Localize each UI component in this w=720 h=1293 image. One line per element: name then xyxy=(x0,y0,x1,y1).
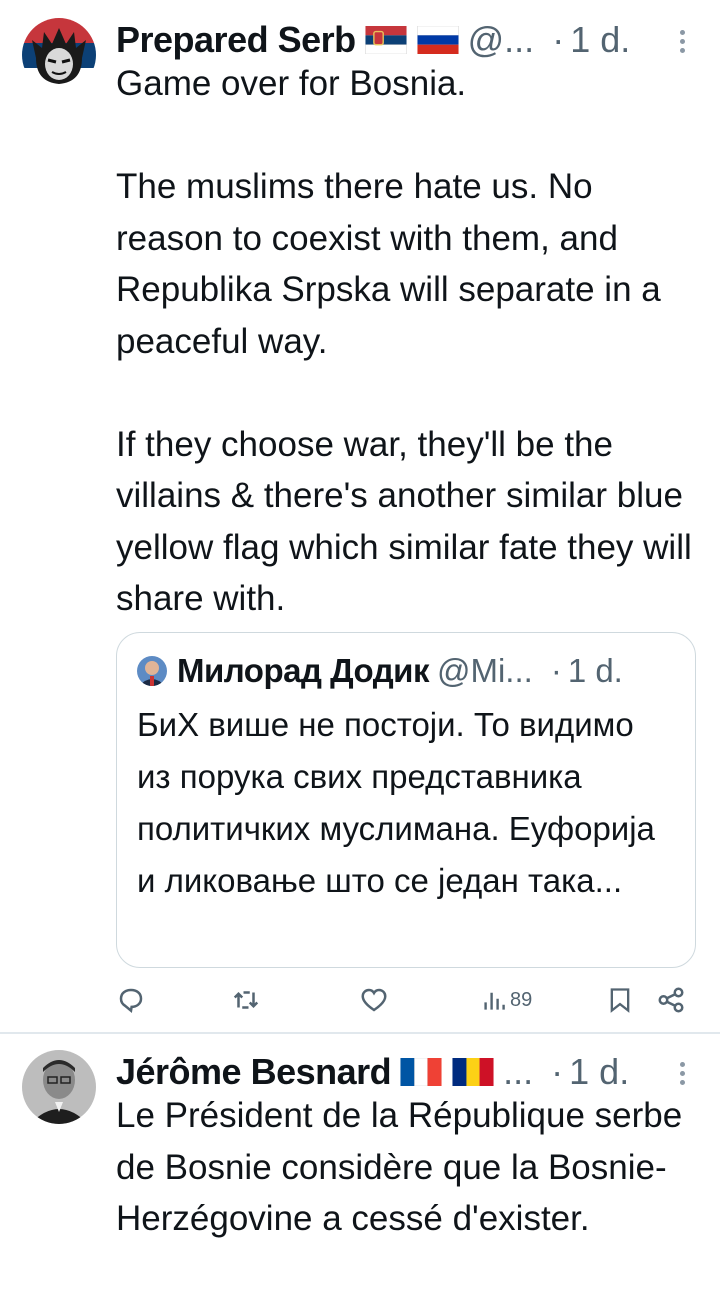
reply-icon xyxy=(119,988,143,1013)
views-icon xyxy=(484,992,505,1010)
like-button[interactable] xyxy=(359,980,389,1020)
author-name[interactable]: Jérôme Besnard xyxy=(116,1051,392,1093)
quoted-tweet[interactable]: Милорад Додик @Mi... · 1 d. БиХ више не … xyxy=(116,632,696,968)
separator-dot: · xyxy=(552,19,565,60)
russia-flag-icon xyxy=(416,26,459,54)
serbia-flag-icon xyxy=(364,26,407,54)
views-button[interactable]: 89 xyxy=(482,980,532,1020)
france-flag-icon xyxy=(400,1058,442,1086)
bookmark-button[interactable] xyxy=(606,980,634,1020)
tweet-header: Prepared Serb @... · 1 d. xyxy=(116,16,690,64)
more-options-icon[interactable] xyxy=(670,1058,694,1094)
author-handle[interactable]: ... xyxy=(503,1051,533,1093)
quoted-timestamp[interactable]: 1 d. xyxy=(568,652,623,690)
share-button[interactable] xyxy=(656,980,686,1020)
separator-dot: · xyxy=(550,652,562,689)
quoted-author-handle[interactable]: @Mi... xyxy=(437,652,533,690)
retweet-button[interactable] xyxy=(231,980,261,1020)
user-avatar[interactable] xyxy=(22,18,96,92)
tweet-actions: 89 xyxy=(116,980,696,1020)
quoted-author-name[interactable]: Милорад Додик xyxy=(177,652,429,690)
reply-button[interactable] xyxy=(116,980,146,1020)
separator-dot: · xyxy=(551,1051,564,1092)
romania-flag-icon xyxy=(452,1058,494,1086)
quoted-author-avatar[interactable] xyxy=(137,656,167,686)
views-count: 89 xyxy=(510,988,533,1011)
more-options-icon[interactable] xyxy=(670,26,694,62)
timestamp[interactable]: 1 d. xyxy=(569,1051,629,1093)
timestamp[interactable]: 1 d. xyxy=(570,19,630,61)
tweet-2[interactable]: Jérôme Besnard ... · 1 d. Le Président d… xyxy=(0,1034,720,1293)
tweet-text: Game over for Bosnia. The muslims there … xyxy=(116,64,692,618)
user-avatar[interactable] xyxy=(22,1050,96,1124)
share-icon xyxy=(658,987,684,1013)
quoted-tweet-text: БиХ више не постоји. То видимо из порука… xyxy=(137,706,665,899)
author-handle[interactable]: @... xyxy=(468,19,535,61)
like-icon xyxy=(361,988,387,1012)
retweet-icon xyxy=(233,991,259,1009)
author-name[interactable]: Prepared Serb xyxy=(116,19,356,61)
bookmark-icon xyxy=(610,988,630,1013)
tweet-header: Jérôme Besnard ... · 1 d. xyxy=(116,1048,690,1096)
tweet-text: Le Président de la République serbe de B… xyxy=(116,1096,692,1238)
quoted-tweet-header: Милорад Додик @Mi... · 1 d. xyxy=(137,651,675,691)
tweet-1[interactable]: Prepared Serb @... · 1 d. Game over for … xyxy=(0,0,720,1032)
